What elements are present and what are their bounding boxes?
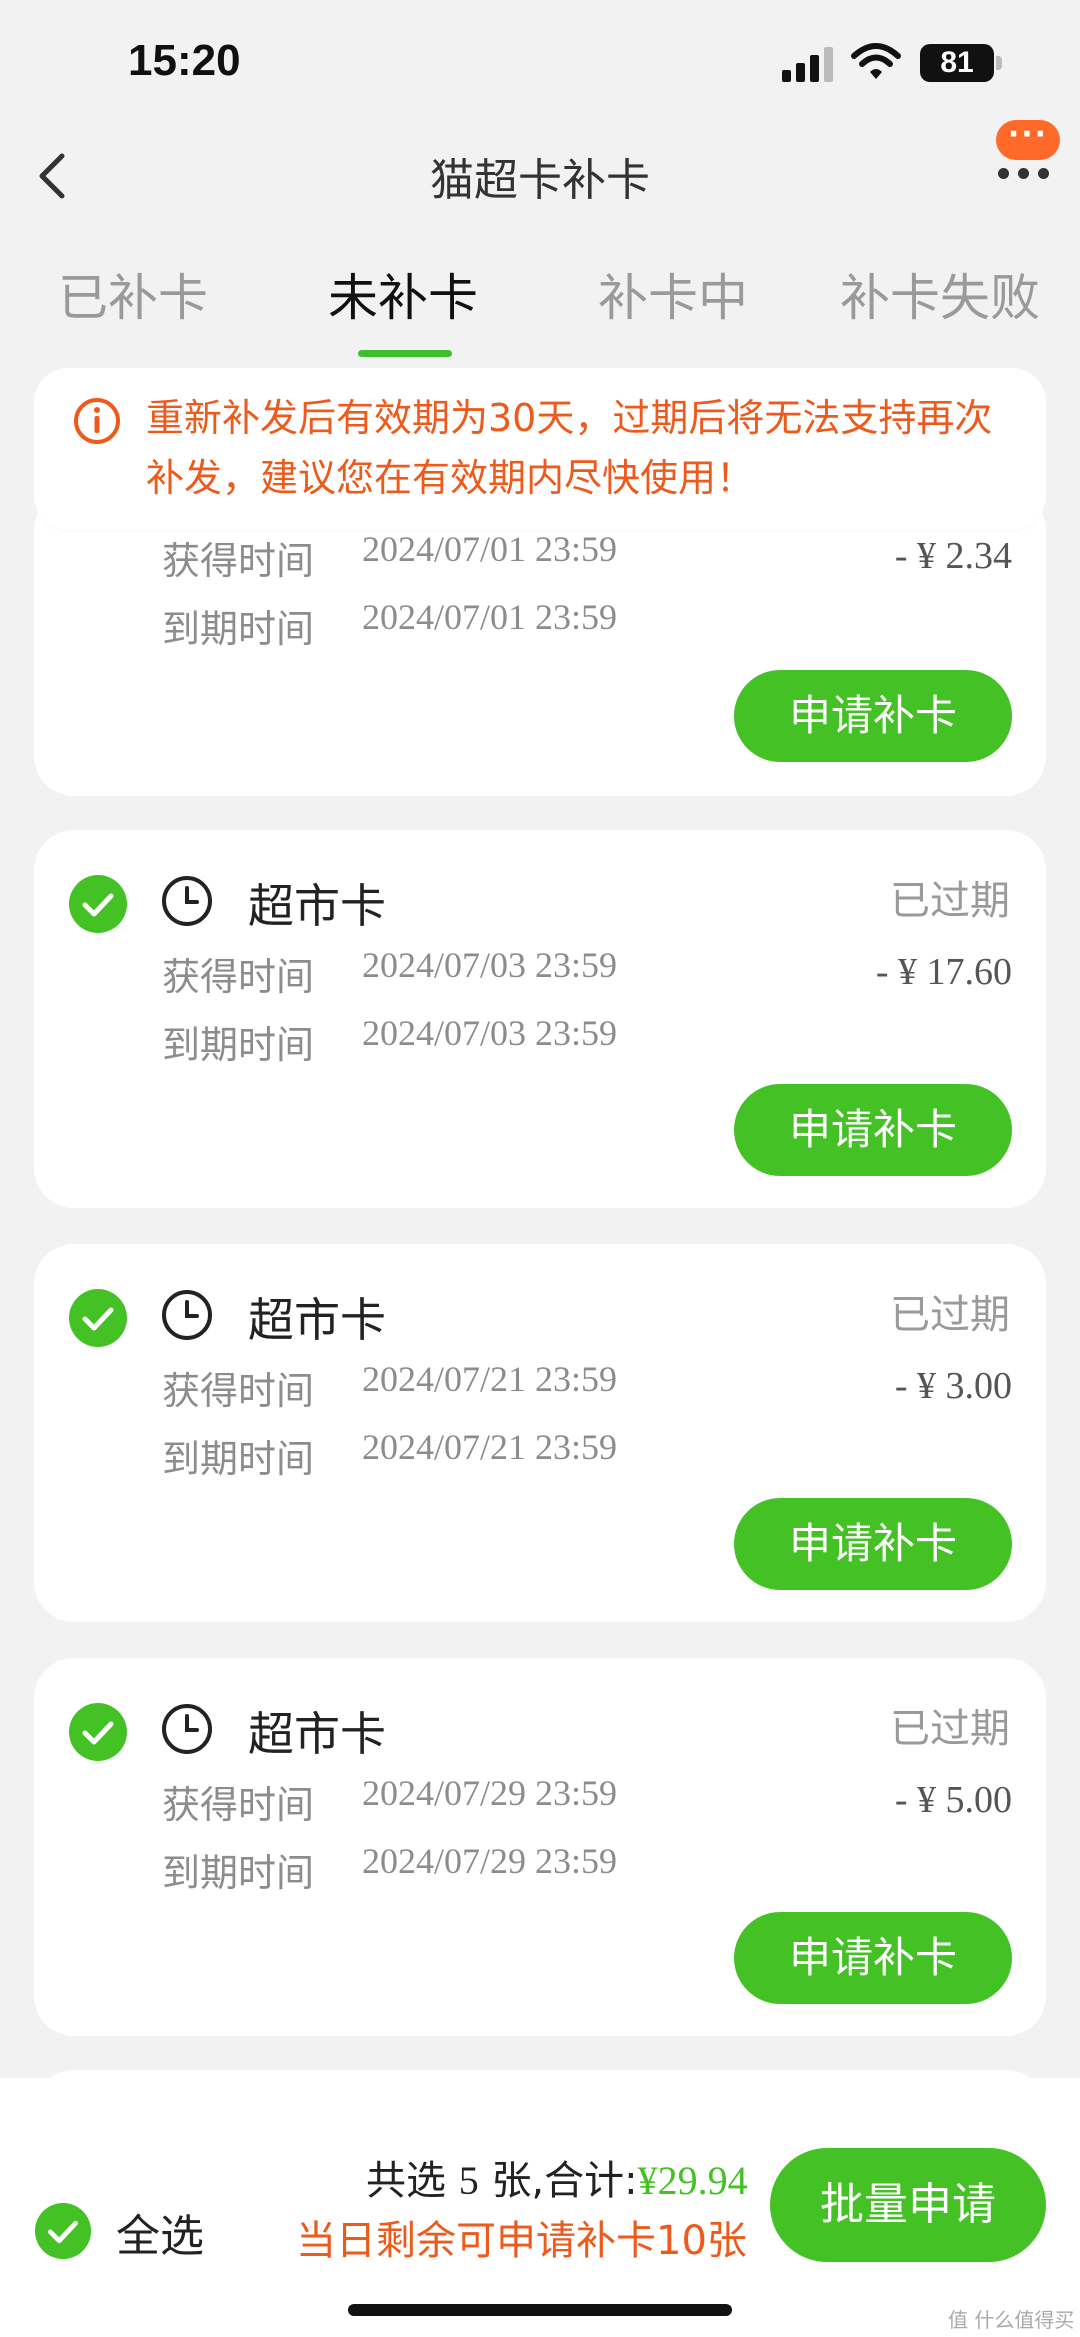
- card-amount: - ¥ 3.00: [894, 1365, 1012, 1407]
- obtained-time-value: 2024/07/03 23:59: [362, 945, 618, 985]
- select-all-label[interactable]: 全选: [116, 2200, 204, 2264]
- obtained-time-value: 2024/07/01 23:59: [362, 529, 618, 569]
- selected-count: 5: [458, 2158, 479, 2203]
- obtained-time-value: 2024/07/21 23:59: [362, 1359, 618, 1399]
- selection-summary: 共选 5 张,合计:¥29.94: [366, 2148, 748, 2206]
- home-indicator[interactable]: [348, 2304, 732, 2316]
- card-name: 超市卡: [248, 1707, 386, 1761]
- more-dots-icon: [998, 164, 1058, 179]
- select-all-checkbox-icon[interactable]: [34, 2202, 92, 2260]
- expire-time-label: 到期时间: [162, 607, 315, 651]
- card-status: 已过期: [890, 1706, 1010, 1752]
- status-bar: 15:20 81: [0, 0, 1080, 120]
- clock-icon: [162, 1290, 212, 1340]
- expire-time-value: 2024/07/03 23:59: [362, 1013, 618, 1053]
- active-tab-indicator: [358, 350, 452, 357]
- selected-total: ¥29.94: [637, 2158, 748, 2203]
- apply-replenish-button[interactable]: 申请补卡: [734, 1084, 1012, 1176]
- card-item: 超市卡 已过期 获得时间 2024/07/29 23:59 - ¥ 5.00 到…: [34, 1658, 1046, 2036]
- watermark: 值 什么值得买: [948, 2308, 1075, 2332]
- nav-bar: 猫超卡补卡 ···: [0, 120, 1080, 230]
- card-status: 已过期: [890, 878, 1010, 924]
- clock-icon: [162, 1704, 212, 1754]
- tab-failed[interactable]: 补卡失败: [840, 258, 1040, 330]
- card-item: 超市卡 已过期 获得时间 2024/07/03 23:59 - ¥ 17.60 …: [34, 830, 1046, 1208]
- card-name: 超市卡: [248, 1293, 386, 1347]
- expire-time-value: 2024/07/29 23:59: [362, 1841, 618, 1881]
- tab-not-replenished[interactable]: 未补卡: [328, 258, 478, 330]
- bottom-action-bar: 全选 共选 5 张,合计:¥29.94 当日剩余可申请补卡10张 批量申请 值 …: [0, 2078, 1080, 2337]
- tab-in-progress[interactable]: 补卡中: [598, 258, 748, 330]
- remaining-quota: 当日剩余可申请补卡10张: [296, 2218, 747, 2264]
- clock-icon: [162, 876, 212, 926]
- expire-time-value: 2024/07/01 23:59: [362, 597, 618, 637]
- card-item: 获得时间 2024/07/01 23:59 - ¥ 2.34 到期时间 2024…: [34, 490, 1046, 796]
- summary-prefix: 共选: [366, 2158, 446, 2204]
- card-name: 超市卡: [248, 879, 386, 933]
- notice-text: 重新补发后有效期为30天，过期后将无法支持再次补发，建议您在有效期内尽快使用！: [146, 396, 993, 500]
- expire-time-label: 到期时间: [162, 1851, 315, 1895]
- obtained-time-value: 2024/07/29 23:59: [362, 1773, 618, 1813]
- card-amount: - ¥ 2.34: [894, 535, 1012, 577]
- obtained-time-label: 获得时间: [162, 1369, 315, 1413]
- status-tabs: 已补卡 未补卡 补卡中 补卡失败: [0, 250, 1080, 360]
- tab-replenished[interactable]: 已补卡: [58, 258, 208, 330]
- page-title: 猫超卡补卡: [430, 155, 650, 206]
- card-status: 已过期: [890, 1292, 1010, 1338]
- status-time: 15:20: [128, 36, 241, 85]
- obtained-time-label: 获得时间: [162, 539, 315, 583]
- checked-checkbox-icon[interactable]: [68, 874, 128, 934]
- battery-level: 81: [940, 46, 974, 79]
- obtained-time-label: 获得时间: [162, 1783, 315, 1827]
- expire-time-value: 2024/07/21 23:59: [362, 1427, 618, 1467]
- notice-banner: 重新补发后有效期为30天，过期后将无法支持再次补发，建议您在有效期内尽快使用！: [34, 368, 1046, 530]
- summary-mid: 张,合计:: [491, 2158, 638, 2204]
- message-bubble-icon: ···: [996, 120, 1060, 160]
- battery-icon: 81: [920, 44, 1002, 82]
- more-menu-button[interactable]: ···: [992, 120, 1062, 190]
- batch-apply-button[interactable]: 批量申请: [770, 2148, 1046, 2262]
- expire-time-label: 到期时间: [162, 1023, 315, 1067]
- apply-replenish-button[interactable]: 申请补卡: [734, 1498, 1012, 1590]
- apply-replenish-button[interactable]: 申请补卡: [734, 670, 1012, 762]
- info-icon: [74, 398, 120, 444]
- card-item: 超市卡 已过期 获得时间 2024/07/21 23:59 - ¥ 3.00 到…: [34, 1244, 1046, 1622]
- card-amount: - ¥ 17.60: [875, 951, 1012, 993]
- wifi-icon: [851, 43, 901, 79]
- obtained-time-label: 获得时间: [162, 955, 315, 999]
- card-amount: - ¥ 5.00: [894, 1779, 1012, 1821]
- checked-checkbox-icon[interactable]: [68, 1288, 128, 1348]
- apply-replenish-button[interactable]: 申请补卡: [734, 1912, 1012, 2004]
- cellular-signal-icon: [782, 47, 833, 82]
- expire-time-label: 到期时间: [162, 1437, 315, 1481]
- checked-checkbox-icon[interactable]: [68, 1702, 128, 1762]
